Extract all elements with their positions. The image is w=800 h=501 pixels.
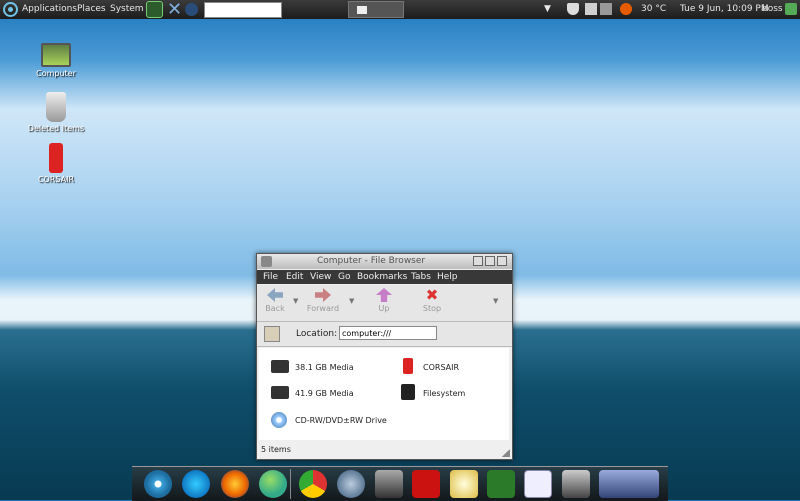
- sound-icon[interactable]: [620, 3, 632, 15]
- window-title: Computer - File Browser: [317, 256, 426, 266]
- minimize-button[interactable]: [473, 256, 483, 266]
- mail-icon[interactable]: [450, 470, 478, 498]
- status-bar: 5 items: [261, 445, 291, 454]
- hard-disk-icon: [271, 360, 289, 373]
- drive-icon[interactable]: [375, 470, 403, 498]
- menu-file[interactable]: File: [263, 272, 278, 282]
- menu-tabs[interactable]: Tabs: [411, 272, 431, 282]
- menu-go[interactable]: Go: [338, 272, 350, 282]
- top-panel: Applications Places System ✕ ▼ 30 °C Tue…: [0, 0, 800, 19]
- thunderbird-icon[interactable]: [182, 470, 210, 498]
- toolbar: Back ▼ Forward ▼ Up ✖ Stop ▼: [257, 285, 512, 322]
- hard-disk-icon: [271, 386, 289, 399]
- clock[interactable]: Tue 9 Jun, 10:09 PM: [680, 0, 769, 19]
- window-list-button[interactable]: [348, 1, 404, 18]
- file-browser-window: Computer - File Browser File Edit View G…: [256, 253, 513, 460]
- menu-edit[interactable]: Edit: [286, 272, 303, 282]
- item-label: 41.9 GB Media: [295, 389, 354, 398]
- terminal-icon[interactable]: [146, 1, 163, 18]
- pidgin-icon[interactable]: [259, 470, 287, 498]
- network-icon[interactable]: [600, 3, 612, 15]
- forward-label: Forward: [306, 304, 340, 313]
- tray-arrow-icon[interactable]: ▼: [544, 0, 551, 19]
- item-label: CORSAIR: [423, 363, 460, 372]
- excel-icon[interactable]: [487, 470, 515, 498]
- menu-system[interactable]: System: [110, 0, 144, 19]
- close-button[interactable]: [497, 256, 507, 266]
- dock-separator: [290, 469, 291, 499]
- location-label: Location:: [296, 329, 338, 339]
- ubuntu-logo-icon[interactable]: [3, 2, 18, 17]
- computer-icon: [41, 43, 71, 67]
- firefox-icon[interactable]: [221, 470, 249, 498]
- item-label: 38.1 GB Media: [295, 363, 354, 372]
- menu-help[interactable]: Help: [437, 272, 458, 282]
- usb-drive-icon: [403, 358, 413, 374]
- location-bar: Location:: [257, 322, 512, 347]
- up-button[interactable]: Up: [364, 288, 404, 313]
- shield-icon[interactable]: [567, 3, 579, 15]
- user-menu[interactable]: boss: [762, 0, 783, 19]
- edit-location-icon[interactable]: [264, 326, 280, 342]
- location-input[interactable]: [339, 326, 437, 340]
- forward-button[interactable]: Forward: [303, 288, 343, 313]
- desktop-icon-computer[interactable]: Computer: [26, 40, 86, 78]
- desktop-icon-label: Computer: [36, 69, 76, 78]
- ubuntu-icon[interactable]: [144, 470, 172, 498]
- stop-button[interactable]: ✖ Stop: [412, 286, 452, 314]
- window-menu-icon[interactable]: [261, 256, 272, 267]
- arrow-up-icon: [376, 288, 392, 302]
- dock: [132, 466, 668, 501]
- desktop-preview-icon[interactable]: [599, 470, 659, 498]
- menubar: File Edit View Go Bookmarks Tabs Help: [257, 270, 512, 284]
- clipboard-icon[interactable]: [585, 3, 597, 15]
- back-button[interactable]: Back: [255, 288, 295, 313]
- filesystem-icon: [401, 384, 415, 400]
- panel-search-input[interactable]: [204, 2, 282, 18]
- menu-applications[interactable]: Applications: [22, 0, 77, 19]
- word-icon[interactable]: [524, 470, 552, 498]
- forward-dropdown-icon[interactable]: ▼: [349, 297, 354, 305]
- drive-icon[interactable]: [562, 470, 590, 498]
- maximize-button[interactable]: [485, 256, 495, 266]
- desktop-icon-corsair[interactable]: CORSAIR: [26, 143, 86, 184]
- trash-icon: [46, 92, 66, 122]
- up-label: Up: [378, 304, 390, 313]
- toolbar-overflow-icon[interactable]: ▼: [493, 297, 498, 305]
- window-titlebar[interactable]: Computer - File Browser: [257, 254, 512, 269]
- usb-drive-icon: [49, 143, 63, 173]
- user-status-icon[interactable]: [785, 3, 797, 15]
- menu-places[interactable]: Places: [77, 0, 106, 19]
- desktop-icon-trash[interactable]: Deleted Items: [26, 92, 86, 133]
- x-logo-icon[interactable]: ✕: [166, 1, 183, 19]
- browser-icon[interactable]: [185, 3, 198, 16]
- back-label: Back: [265, 304, 285, 313]
- arrow-right-icon: [315, 288, 331, 302]
- optical-drive-icon: [271, 412, 287, 428]
- arrow-left-icon: [267, 288, 283, 302]
- browser-icon[interactable]: [337, 470, 365, 498]
- item-label: Filesystem: [423, 389, 466, 398]
- menu-view[interactable]: View: [310, 272, 331, 282]
- desktop-icon-label: CORSAIR: [37, 175, 75, 184]
- desktop-icon-label: Deleted Items: [27, 124, 85, 133]
- file-view: 38.1 GB Media CORSAIR 41.9 GB Media File…: [259, 348, 509, 440]
- window-icon: [357, 6, 367, 14]
- weather-indicator[interactable]: 30 °C: [641, 0, 666, 19]
- resize-grip-icon[interactable]: [502, 449, 510, 457]
- item-label: CD-RW/DVD±RW Drive: [295, 416, 387, 425]
- acrobat-icon[interactable]: [412, 470, 440, 498]
- menu-bookmarks[interactable]: Bookmarks: [357, 272, 407, 282]
- back-dropdown-icon[interactable]: ▼: [293, 297, 298, 305]
- stop-icon: ✖: [425, 286, 439, 304]
- stop-label: Stop: [422, 304, 442, 313]
- chrome-icon[interactable]: [299, 470, 327, 498]
